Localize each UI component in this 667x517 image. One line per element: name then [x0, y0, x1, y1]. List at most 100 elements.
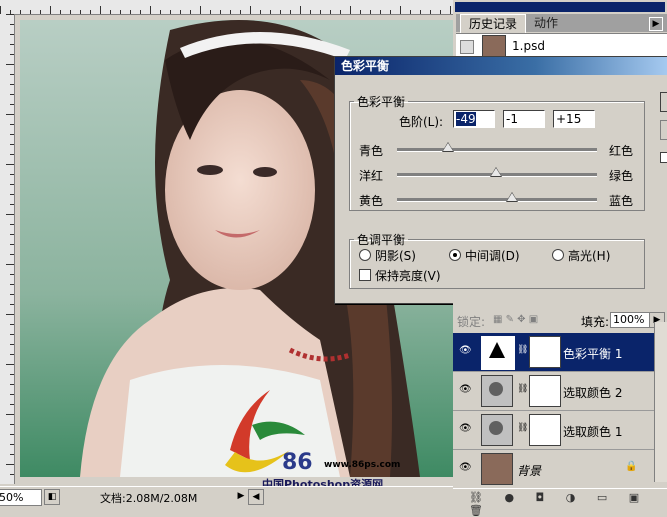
- layer-action-icons[interactable]: ⛓ ● ◘ ◑ ▭ ▣ 🗑: [469, 491, 667, 517]
- visibility-eye-icon[interactable]: 👁: [459, 346, 472, 356]
- ok-button[interactable]: [660, 92, 667, 112]
- ruler-tick: [300, 6, 301, 14]
- cyan-red-slider-thumb[interactable]: [442, 142, 454, 152]
- vertical-ruler: [0, 14, 15, 484]
- zoom-field[interactable]: 50%: [0, 489, 42, 506]
- panel-menu-icon[interactable]: ▶: [649, 17, 663, 31]
- yellow-blue-slider-thumb[interactable]: [506, 192, 518, 202]
- ruler-tick: [240, 10, 241, 14]
- lock-icons[interactable]: ▦ ✎ ✥ ▣: [493, 314, 538, 325]
- status-menu-icon[interactable]: ◧: [44, 489, 60, 505]
- level-yellow-blue-input[interactable]: +15: [553, 110, 595, 128]
- layers-scrollbar[interactable]: [654, 322, 667, 482]
- scroll-left-icon[interactable]: ◀: [248, 489, 264, 505]
- ruler-tick: [380, 10, 381, 14]
- ruler-tick: [0, 6, 1, 14]
- ruler-tick: [6, 314, 14, 315]
- radio-shadows[interactable]: [359, 249, 371, 261]
- brush-source-icon[interactable]: [460, 40, 474, 54]
- fill-input[interactable]: 100%: [610, 312, 650, 328]
- status-bar: 50% ◧ 文档:2.08M/2.08M ▶ ◀: [0, 486, 453, 508]
- chain-link-icon[interactable]: ⛓: [517, 345, 528, 355]
- ruler-tick: [390, 10, 391, 14]
- ruler-tick: [270, 10, 271, 14]
- ruler-tick: [450, 6, 451, 14]
- ruler-tick: [10, 324, 14, 325]
- preserve-luminosity-label[interactable]: 保持亮度(V): [375, 267, 441, 284]
- visibility-eye-icon[interactable]: 👁: [459, 463, 472, 473]
- chain-link-icon[interactable]: ⛓: [517, 384, 528, 394]
- background-thumbnail: [481, 453, 513, 485]
- layer-name[interactable]: 选取颜色 2: [563, 384, 622, 401]
- ruler-tick: [230, 10, 231, 14]
- ruler-tick: [10, 174, 14, 175]
- ruler-tick: [10, 274, 14, 275]
- ruler-tick: [60, 10, 61, 14]
- ruler-tick: [220, 10, 221, 14]
- ruler-tick: [360, 10, 361, 14]
- ruler-tick: [200, 6, 201, 14]
- radio-highlights[interactable]: [552, 249, 564, 261]
- level-magenta-green-input[interactable]: -1: [503, 110, 545, 128]
- ruler-tick: [10, 94, 14, 95]
- ruler-tick: [10, 204, 14, 205]
- dialog-title: 色彩平衡: [335, 57, 667, 75]
- status-arrow-icon[interactable]: ▶: [234, 489, 248, 503]
- radio-shadows-label[interactable]: 阴影(S): [375, 247, 416, 264]
- selective-color-icon: [489, 382, 503, 396]
- ruler-tick: [30, 10, 31, 14]
- watermark-url: www.86ps.com: [324, 460, 401, 470]
- ruler-tick: [110, 10, 111, 14]
- layer-row[interactable]: 👁 ⛓ 选取颜色 1: [453, 411, 667, 450]
- radio-highlights-label[interactable]: 高光(H): [568, 247, 610, 264]
- levels-label: 色阶(L):: [399, 115, 444, 129]
- magenta-green-slider-thumb[interactable]: [490, 167, 502, 177]
- layer-name[interactable]: 色彩平衡 1: [563, 345, 622, 362]
- ruler-tick: [420, 10, 421, 14]
- layer-row[interactable]: 👁 ⛓ 色彩平衡 1: [453, 333, 667, 372]
- history-snapshot-row[interactable]: 1.psd: [456, 33, 667, 59]
- ruler-tick: [430, 10, 431, 14]
- ruler-tick: [10, 44, 14, 45]
- preview-checkbox[interactable]: [660, 152, 667, 163]
- layer-row[interactable]: 👁 ⛓ 选取颜色 2: [453, 372, 667, 411]
- layers-toolbar: ⛓ ● ◘ ◑ ▭ ▣ 🗑: [453, 488, 667, 517]
- layer-row[interactable]: 👁 背景 🔒: [453, 450, 667, 489]
- chain-link-icon[interactable]: ⛓: [517, 423, 528, 433]
- tab-history[interactable]: 历史记录: [460, 14, 527, 33]
- ruler-tick: [10, 244, 14, 245]
- ruler-tick: [10, 24, 14, 25]
- ruler-tick: [50, 6, 51, 14]
- snapshot-name: 1.psd: [512, 39, 545, 53]
- radio-midtones[interactable]: [449, 249, 461, 261]
- preserve-luminosity-checkbox[interactable]: [359, 269, 371, 281]
- selective-color-icon: [489, 421, 503, 435]
- slider-right-label: 蓝色: [609, 194, 634, 208]
- color-balance-icon: [489, 342, 505, 358]
- level-cyan-red-input[interactable]: -49: [453, 110, 495, 128]
- layer-name[interactable]: 背景: [517, 462, 541, 479]
- visibility-eye-icon[interactable]: 👁: [459, 385, 472, 395]
- ruler-tick: [280, 10, 281, 14]
- ruler-tick: [10, 74, 14, 75]
- ruler-tick: [6, 464, 14, 465]
- layer-name[interactable]: 选取颜色 1: [563, 423, 622, 440]
- ruler-tick: [10, 374, 14, 375]
- visibility-eye-icon[interactable]: 👁: [459, 424, 472, 434]
- radio-midtones-label[interactable]: 中间调(D): [465, 247, 520, 264]
- ruler-tick: [330, 10, 331, 14]
- ruler-tick: [90, 10, 91, 14]
- ruler-tick: [120, 10, 121, 14]
- ruler-tick: [290, 10, 291, 14]
- ruler-tick: [260, 10, 261, 14]
- layer-mask-thumbnail: [529, 414, 561, 446]
- adjustment-thumbnail: [481, 375, 513, 407]
- yellow-blue-slider[interactable]: [397, 198, 597, 202]
- cancel-button[interactable]: [660, 120, 667, 140]
- ruler-tick: [150, 6, 151, 14]
- ruler-tick: [10, 34, 14, 35]
- ruler-tick: [130, 10, 131, 14]
- horizontal-ruler: [0, 0, 453, 15]
- tab-actions[interactable]: 动作: [526, 14, 566, 32]
- cyan-red-slider[interactable]: [397, 148, 597, 152]
